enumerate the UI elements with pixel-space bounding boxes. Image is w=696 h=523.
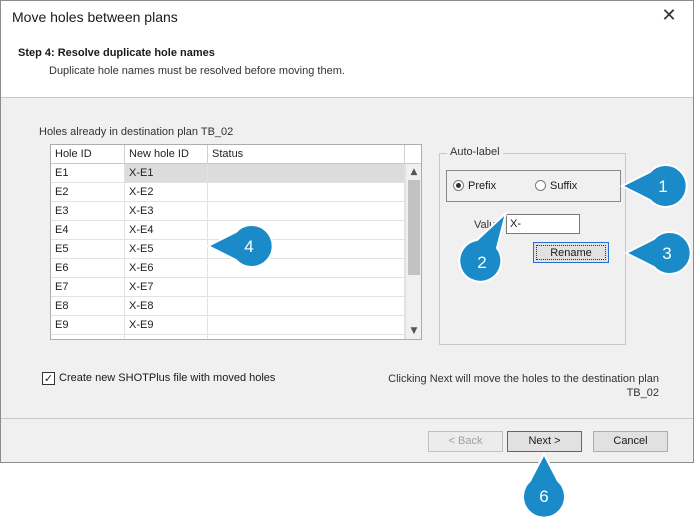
holes-caption: Holes already in destination plan TB_02 <box>39 126 234 138</box>
column-header-new-hole-id[interactable]: New hole ID <box>125 145 208 164</box>
status-cell[interactable] <box>208 335 405 339</box>
hole-id-cell[interactable]: E7 <box>51 278 125 297</box>
rename-button[interactable]: Rename <box>533 242 609 263</box>
new-hole-id-cell[interactable]: X-E1 <box>125 164 208 183</box>
new-hole-id-cell[interactable]: X-E3 <box>125 202 208 221</box>
callout-1: 1 <box>620 164 688 208</box>
new-hole-id-cell[interactable]: X-E9 <box>125 316 208 335</box>
create-shotplus-checkbox[interactable]: ✓ <box>42 372 55 385</box>
rename-button-label: Rename <box>536 245 606 260</box>
suffix-label[interactable]: Suffix <box>550 180 577 192</box>
scroll-up-arrow-icon[interactable]: ▲ <box>406 164 421 180</box>
table-row[interactable]: E10 X-E10 <box>51 335 405 339</box>
column-header-hole-id[interactable]: Hole ID <box>51 145 125 164</box>
hole-id-cell[interactable]: E3 <box>51 202 125 221</box>
back-button[interactable]: < Back <box>428 431 503 452</box>
grid-vertical-scrollbar[interactable]: ▲ ▼ <box>405 164 421 339</box>
callout-4-shape <box>206 224 274 268</box>
table-row[interactable]: E3 X-E3 <box>51 202 405 221</box>
table-row[interactable]: E1 X-E1 <box>51 164 405 183</box>
title-bar: Move holes between plans ✕ <box>1 1 693 33</box>
move-holes-dialog: Move holes between plans ✕ Step 4: Resol… <box>0 0 694 463</box>
table-row[interactable]: E2 X-E2 <box>51 183 405 202</box>
prefix-radio[interactable] <box>453 180 464 191</box>
callout-6-number: 6 <box>539 487 548 506</box>
callout-4-number: 4 <box>244 237 253 256</box>
new-hole-id-cell[interactable]: X-E6 <box>125 259 208 278</box>
autolabel-group-label: Auto-label <box>447 146 503 158</box>
new-hole-id-cell[interactable]: X-E8 <box>125 297 208 316</box>
hole-id-cell[interactable]: E10 <box>51 335 125 339</box>
next-button[interactable]: Next > <box>507 431 582 452</box>
prefix-label[interactable]: Prefix <box>468 180 496 192</box>
table-row[interactable]: E9 X-E9 <box>51 316 405 335</box>
table-row[interactable]: E8 X-E8 <box>51 297 405 316</box>
cancel-button[interactable]: Cancel <box>593 431 668 452</box>
footer-divider <box>1 418 693 419</box>
callout-6: 6 <box>522 452 566 519</box>
suffix-radio[interactable] <box>535 180 546 191</box>
hole-id-cell[interactable]: E2 <box>51 183 125 202</box>
close-icon[interactable]: ✕ <box>655 5 683 29</box>
next-info-text: Clicking Next will move the holes to the… <box>388 373 659 399</box>
hole-id-cell[interactable]: E5 <box>51 240 125 259</box>
hole-id-cell[interactable]: E1 <box>51 164 125 183</box>
window-title: Move holes between plans <box>12 9 178 25</box>
new-hole-id-cell[interactable]: X-E4 <box>125 221 208 240</box>
status-cell[interactable] <box>208 183 405 202</box>
hole-id-cell[interactable]: E4 <box>51 221 125 240</box>
prefix-suffix-box: Prefix Suffix <box>446 170 621 202</box>
hole-id-cell[interactable]: E9 <box>51 316 125 335</box>
callout-2: 2 <box>458 210 508 283</box>
status-cell[interactable] <box>208 164 405 183</box>
status-cell[interactable] <box>208 202 405 221</box>
new-hole-id-cell[interactable]: X-E7 <box>125 278 208 297</box>
new-hole-id-cell[interactable]: X-E10 <box>125 335 208 339</box>
step-title: Step 4: Resolve duplicate hole names <box>18 47 215 59</box>
new-hole-id-cell[interactable]: X-E5 <box>125 240 208 259</box>
status-cell[interactable] <box>208 278 405 297</box>
step-subtitle: Duplicate hole names must be resolved be… <box>49 65 345 77</box>
new-hole-id-cell[interactable]: X-E2 <box>125 183 208 202</box>
callout-3: 3 <box>624 231 692 275</box>
scroll-down-arrow-icon[interactable]: ▼ <box>406 323 421 339</box>
hole-id-cell[interactable]: E8 <box>51 297 125 316</box>
column-header-status[interactable]: Status <box>208 145 405 164</box>
callout-6-shape <box>522 452 566 519</box>
status-cell[interactable] <box>208 297 405 316</box>
wizard-header: Step 4: Resolve duplicate hole names Dup… <box>1 33 693 98</box>
hole-id-cell[interactable]: E6 <box>51 259 125 278</box>
callout-2-number: 2 <box>477 253 486 272</box>
create-shotplus-label[interactable]: Create new SHOTPlus file with moved hole… <box>59 372 275 384</box>
column-header-filler <box>405 145 421 164</box>
table-row[interactable]: E7 X-E7 <box>51 278 405 297</box>
callout-4: 4 <box>206 224 274 268</box>
callout-3-number: 3 <box>662 244 671 263</box>
callout-3-shape <box>624 231 692 275</box>
status-cell[interactable] <box>208 316 405 335</box>
value-input[interactable]: X- <box>506 214 580 234</box>
callout-1-number: 1 <box>658 177 667 196</box>
scroll-thumb[interactable] <box>408 180 420 275</box>
callout-1-shape <box>620 164 688 208</box>
